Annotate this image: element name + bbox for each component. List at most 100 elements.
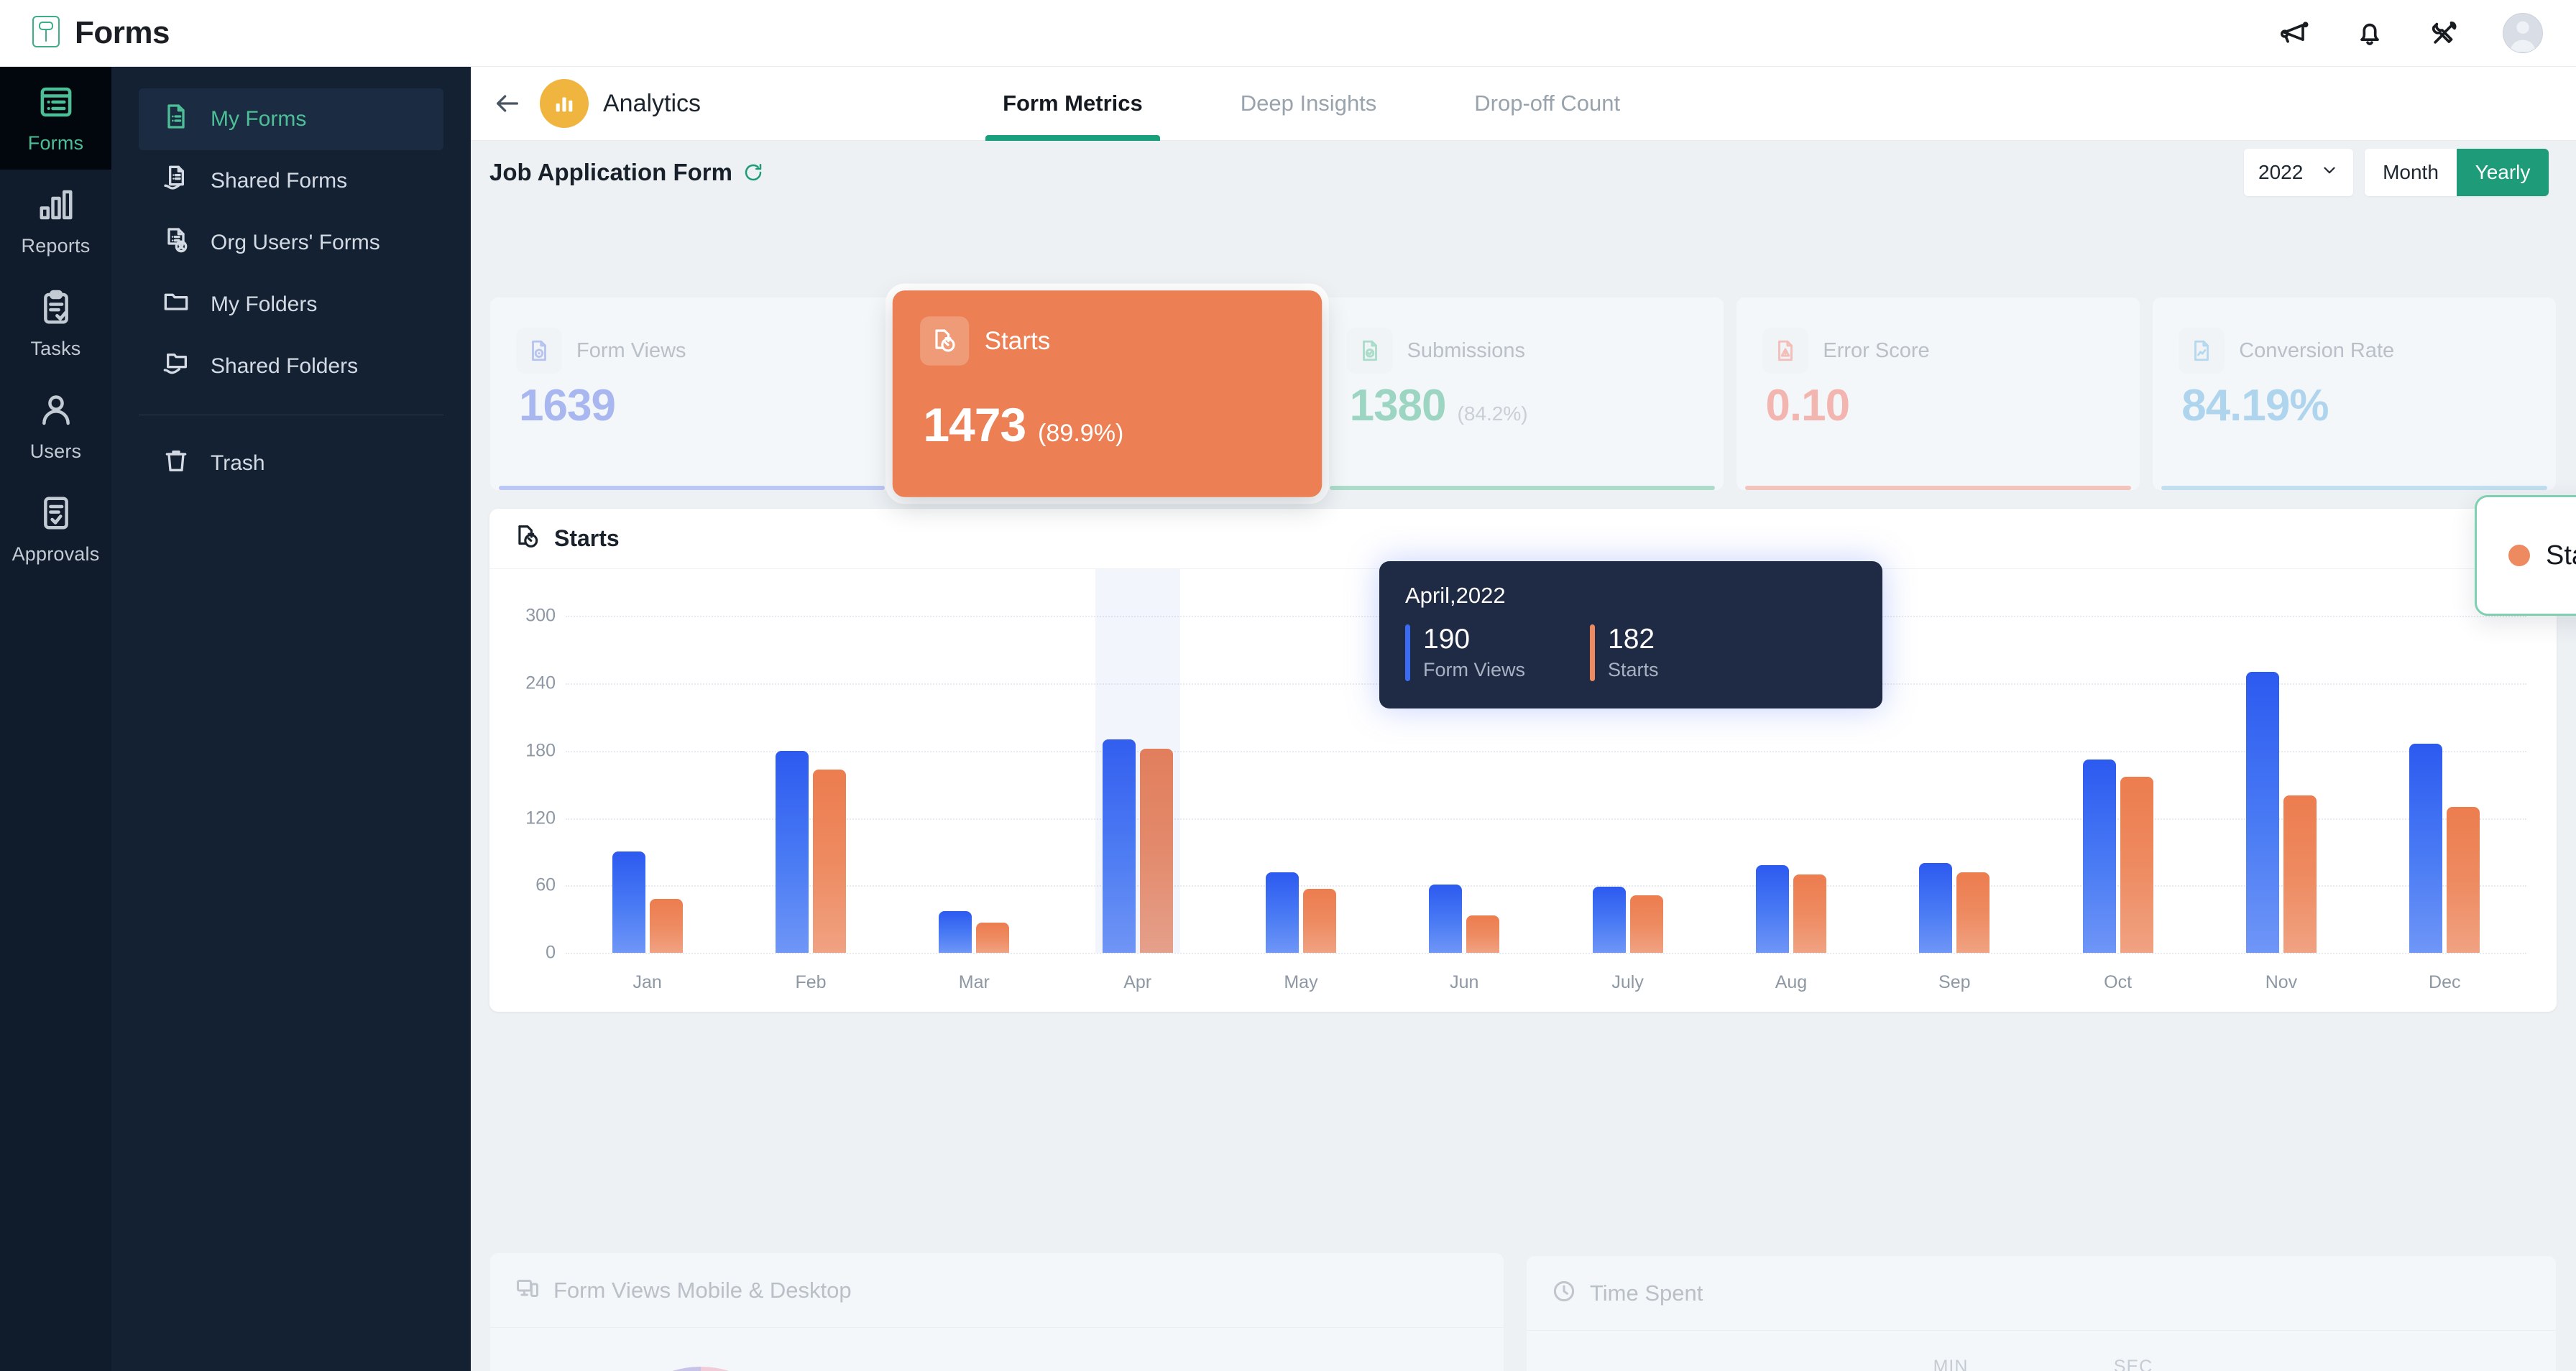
- sidebar-item-shared-forms[interactable]: Shared Forms: [139, 150, 443, 212]
- metric-card-value: 84.19%: [2181, 381, 2329, 430]
- sidebar-item-label: Shared Forms: [211, 169, 348, 193]
- metric-card-header: Error Score: [1736, 297, 2140, 374]
- chart-bar-group[interactable]: Nov: [2199, 594, 2363, 992]
- chart-bar[interactable]: [1919, 863, 1953, 953]
- metric-card-value-row: 0.10: [1765, 380, 1861, 431]
- chart-bar[interactable]: [1429, 884, 1463, 953]
- chart-bar[interactable]: [2409, 744, 2443, 953]
- folder-icon: [162, 287, 190, 322]
- y-axis-tick-label: 0: [546, 942, 556, 963]
- chart-bar[interactable]: [1629, 895, 1663, 953]
- sidebar-item-trash[interactable]: Trash: [139, 433, 443, 494]
- rail-item-approvals[interactable]: Approvals: [0, 478, 111, 581]
- tab-form-metrics[interactable]: Form Metrics: [985, 67, 1160, 141]
- rail-item-forms[interactable]: Forms: [0, 67, 111, 170]
- starts-icon: [514, 523, 541, 554]
- metric-cards-row: Form Views 1639 Starts 1473 (89.9%) Subm…: [489, 290, 2557, 497]
- metric-card-error-score[interactable]: Error Score 0.10: [1736, 297, 2141, 491]
- tools-icon[interactable]: [2428, 17, 2461, 50]
- form-views-icon: [516, 328, 562, 374]
- chart-bar[interactable]: [976, 922, 1010, 953]
- series-legend-popup: Starts Form views: [2475, 495, 2576, 616]
- devices-icon: [515, 1275, 540, 1305]
- sidebar-item-shared-folders[interactable]: Shared Folders: [139, 336, 443, 397]
- time-unit-label: SEC: [2113, 1357, 2153, 1371]
- time-spent-min: MIN: [1905, 1357, 1997, 1371]
- clock-icon: [1551, 1278, 1577, 1308]
- chart-bar-group[interactable]: Dec: [2363, 594, 2526, 992]
- metric-card-conversion-rate[interactable]: Conversion Rate 84.19%: [2152, 297, 2557, 491]
- chart-bar[interactable]: [1466, 915, 1500, 953]
- y-axis-tick-label: 120: [525, 808, 556, 828]
- chart-bar[interactable]: [1755, 865, 1789, 953]
- chart-bar[interactable]: [812, 770, 846, 953]
- card-title: Time Spent: [1590, 1280, 1703, 1306]
- chart-header: Starts: [489, 509, 2557, 569]
- card-title: Form Views Mobile & Desktop: [553, 1277, 852, 1303]
- tab-drop-off-count[interactable]: Drop-off Count: [1470, 67, 1624, 141]
- x-axis-tick-label: Feb: [795, 972, 827, 992]
- metric-card-header: Form Views: [490, 297, 893, 374]
- period-month-button[interactable]: Month: [2365, 149, 2457, 196]
- metric-card-accent: [499, 486, 885, 490]
- back-arrow-icon[interactable]: [491, 87, 524, 120]
- sidebar-item-my-forms[interactable]: My Forms: [139, 88, 443, 150]
- card-header: Time Spent: [1527, 1256, 2556, 1331]
- metric-card-header: Starts: [893, 290, 1322, 366]
- chart-bar[interactable]: [649, 899, 683, 953]
- rail-item-users[interactable]: Users: [0, 375, 111, 478]
- metric-card-accent: [2161, 486, 2547, 490]
- tooltip-color-bar: [1405, 624, 1410, 682]
- chart-bar[interactable]: [2245, 672, 2279, 953]
- chart-bar[interactable]: [2082, 760, 2116, 953]
- chart-bar[interactable]: [1956, 872, 1990, 953]
- rail-item-reports[interactable]: Reports: [0, 170, 111, 272]
- chart-title: Starts: [554, 525, 620, 551]
- metric-card-header: Conversion Rate: [2153, 297, 2556, 374]
- chart-bar[interactable]: [1139, 748, 1173, 953]
- period-yearly-button[interactable]: Yearly: [2457, 149, 2549, 196]
- chart-bar-group[interactable]: Jan: [566, 594, 729, 992]
- metric-card-value: 1380: [1349, 381, 1447, 430]
- avatar[interactable]: [2503, 13, 2543, 53]
- x-axis-tick-label: Jun: [1450, 972, 1479, 992]
- metric-card-starts[interactable]: Starts 1473 (89.9%): [892, 290, 1322, 497]
- chart-bar-group[interactable]: Oct: [2036, 594, 2199, 992]
- year-select[interactable]: 2022: [2244, 149, 2353, 196]
- metric-card-submissions[interactable]: Submissions 1380 (84.2%): [1320, 297, 1725, 491]
- sidebar-item-org-users-forms[interactable]: Org Users' Forms: [139, 212, 443, 274]
- brand[interactable]: Forms: [32, 15, 170, 52]
- chart-bar[interactable]: [1793, 874, 1826, 953]
- chart-bar[interactable]: [2283, 795, 2317, 953]
- chart-bar-group[interactable]: May: [1219, 594, 1382, 992]
- metric-card-accent: [1329, 486, 1716, 490]
- tooltip-entry-form-views: 190 Form Views: [1405, 624, 1525, 682]
- chart-bar-group[interactable]: Sep: [1873, 594, 2036, 992]
- chart-bar[interactable]: [939, 911, 972, 953]
- announcement-icon[interactable]: [2278, 17, 2312, 50]
- chart-bar-group[interactable]: Apr: [1056, 569, 1219, 992]
- chart-bar[interactable]: [2447, 806, 2480, 953]
- sidebar-item-my-folders[interactable]: My Folders: [139, 274, 443, 336]
- chart-bar[interactable]: [612, 851, 645, 953]
- refresh-icon[interactable]: [742, 162, 764, 183]
- metric-card-label: Starts: [984, 326, 1051, 355]
- chart-bar[interactable]: [2120, 776, 2153, 953]
- tooltip-entries: 190 Form Views 182 Starts: [1405, 624, 1857, 682]
- chart-bar[interactable]: [1302, 888, 1336, 953]
- chart-bar[interactable]: [1592, 886, 1626, 953]
- chart-bar[interactable]: [1102, 739, 1136, 953]
- tab-deep-insights[interactable]: Deep Insights: [1236, 67, 1381, 141]
- chart-bar[interactable]: [775, 750, 809, 953]
- bell-icon[interactable]: [2353, 17, 2386, 50]
- rail-item-tasks[interactable]: Tasks: [0, 272, 111, 375]
- legend-item-starts[interactable]: Starts: [2508, 540, 2576, 571]
- chart-bar[interactable]: [1265, 872, 1299, 953]
- chart-bar-group[interactable]: Mar: [893, 594, 1056, 992]
- metric-card-form-views[interactable]: Form Views 1639: [489, 297, 894, 491]
- forms-icon: [37, 83, 75, 125]
- chart-bar-group[interactable]: Feb: [729, 594, 892, 992]
- tooltip-label: Starts: [1608, 659, 1659, 681]
- devices-donut-chart: [604, 1367, 798, 1371]
- rail-item-label: Forms: [27, 131, 84, 154]
